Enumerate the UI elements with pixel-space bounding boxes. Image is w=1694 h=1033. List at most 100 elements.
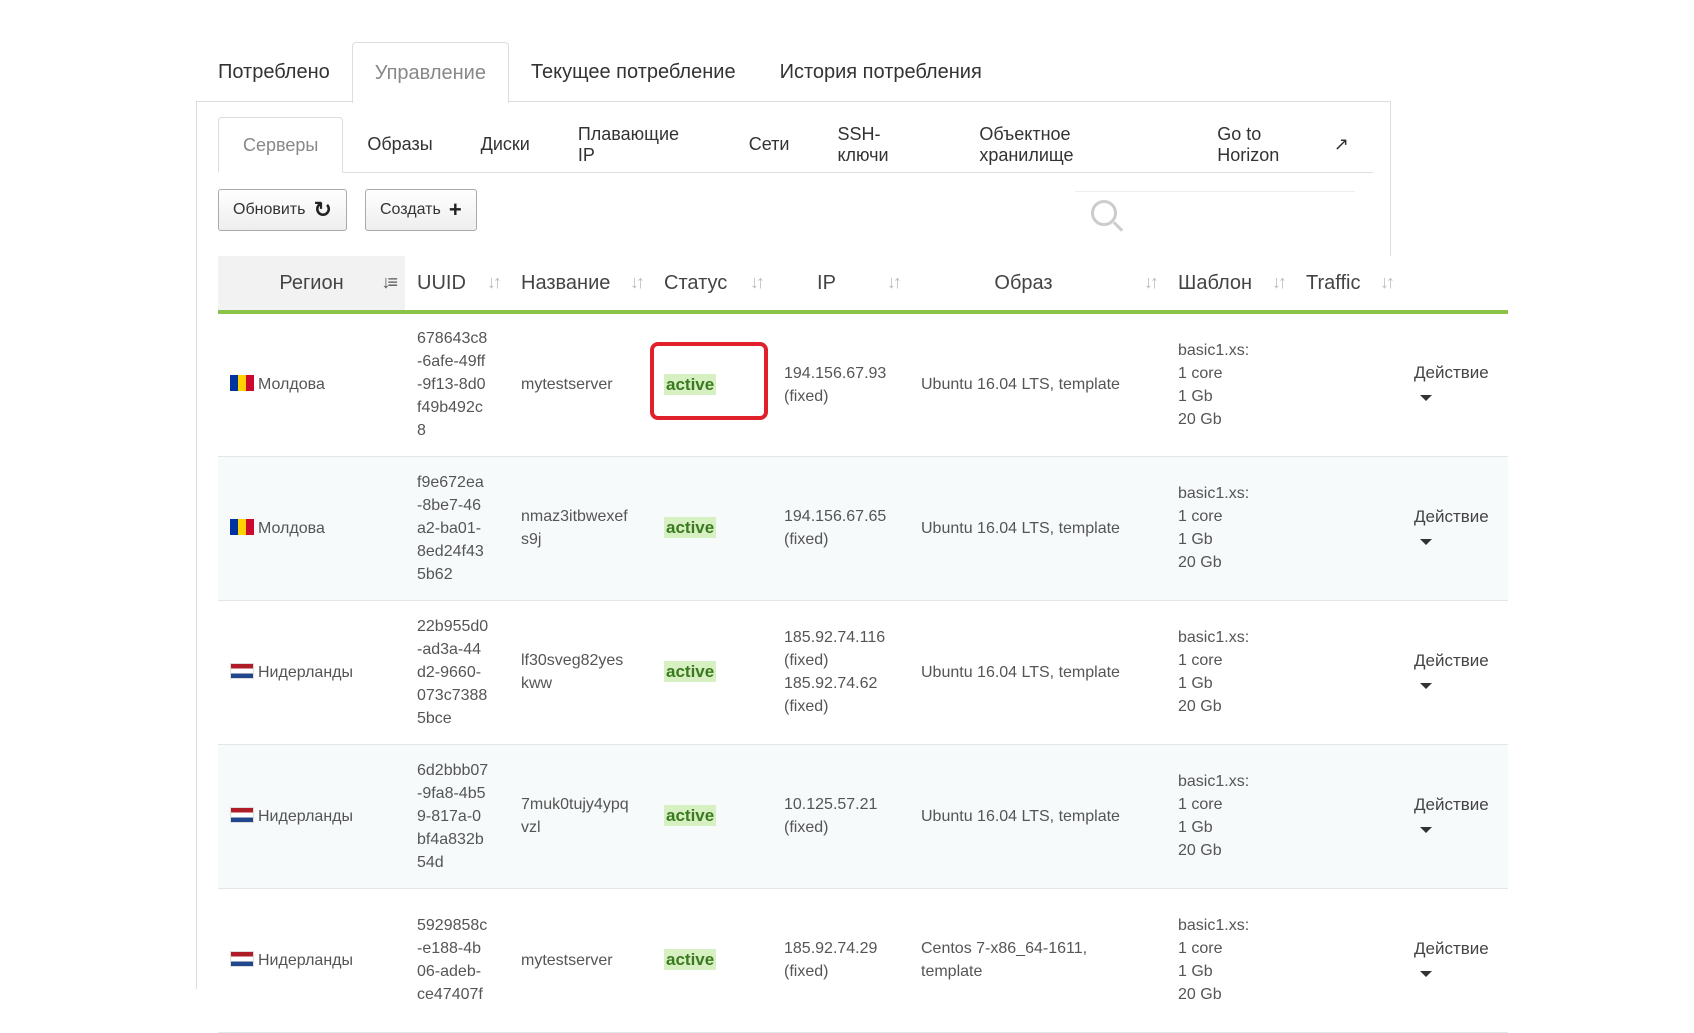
action-dropdown-label[interactable]: Действие	[1414, 939, 1489, 958]
table-row[interactable]: Нидерланды 6d2bbb07 -9fa8-4b5 9-817a-0 bf4a8…	[218, 744, 1508, 889]
uuid-line: 9-817a-0	[417, 807, 482, 825]
action-dropdown-label[interactable]: Действие	[1414, 507, 1489, 526]
cell-uuid: f9e672ea -8be7-46 a2-ba01- 8ed24f43 5b62	[405, 456, 509, 601]
go-to-horizon-label: Go to Horizon	[1217, 123, 1280, 165]
column-header-region[interactable]: Регион ↓≡	[218, 256, 405, 314]
cell-template: basic1.xs: 1 core 1 Gb 20 Gb	[1166, 312, 1294, 457]
cell-uuid: 6d2bbb07 -9fa8-4b5 9-817a-0 bf4a832b 54d	[405, 744, 509, 889]
template-line: 20 Gb	[1178, 698, 1222, 715]
tab-floating-ip[interactable]: Плавающие IP	[554, 117, 725, 172]
refresh-button-label: Обновить	[233, 201, 306, 218]
sort-icon: ↓↑	[1272, 272, 1287, 292]
template-line: 1 Gb	[1178, 819, 1213, 836]
sort-icon: ↓↑	[1380, 272, 1395, 292]
template-line: 20 Gb	[1178, 410, 1222, 428]
column-header-template[interactable]: Шаблон ↓↑	[1166, 256, 1294, 314]
column-header-label: Образ	[994, 271, 1053, 294]
cell-ip: 194.156.67.65 (fixed)	[772, 456, 909, 601]
cell-name: nmaz3itbwexef s9j	[509, 456, 652, 601]
column-header-name[interactable]: Название ↓↑	[509, 256, 652, 314]
tab-servers[interactable]: Серверы	[218, 117, 344, 173]
server-name-line: kww	[521, 675, 553, 692]
tab-consumption-history[interactable]: История потребления	[758, 42, 1004, 102]
cell-uuid: 22b955d0 -ad3a-44 d2-9660- 073c7388 5bce	[405, 600, 509, 745]
cell-ip: 185.92.74.29 (fixed)	[772, 888, 909, 1033]
tab-current-consumption[interactable]: Текущее потребление	[509, 42, 758, 102]
cell-status: active	[652, 456, 772, 601]
chevron-down-icon[interactable]	[1420, 538, 1432, 545]
cell-traffic	[1294, 888, 1402, 1033]
tab-images[interactable]: Образы	[343, 117, 456, 172]
cell-name: lf30sveg82yes kww	[509, 600, 652, 745]
table-row[interactable]: Нидерланды 5929858c -e188-4b 06-adeb-ce4740…	[218, 888, 1508, 1033]
column-header-actions	[1402, 256, 1508, 314]
column-header-label: UUID	[417, 271, 466, 294]
tab-object-storage[interactable]: Объектное хранилище	[955, 117, 1193, 172]
action-dropdown-label[interactable]: Действие	[1414, 651, 1489, 670]
cell-region: Молдова	[218, 456, 405, 601]
cell-action[interactable]: Действие	[1402, 456, 1508, 601]
tab-networks[interactable]: Сети	[725, 117, 814, 172]
chevron-down-icon[interactable]	[1420, 682, 1432, 689]
refresh-button[interactable]: Обновить ↻	[218, 189, 347, 231]
cell-template: basic1.xs: 1 core 1 Gb 20 Gb	[1166, 744, 1294, 889]
sort-icon: ↓↑	[887, 272, 902, 292]
column-header-image[interactable]: Образ ↓↑	[909, 256, 1166, 314]
panel-border	[1390, 101, 1391, 256]
uuid-line: -6afe-49ff	[417, 353, 486, 371]
chevron-down-icon[interactable]	[1420, 826, 1432, 833]
sort-icon: ↓↑	[630, 272, 645, 292]
refresh-icon: ↻	[313, 197, 332, 222]
cell-action[interactable]: Действие	[1402, 744, 1508, 889]
table-row[interactable]: Молдова f9e672ea -8be7-46 a2-ba01- 8ed24f43 5…	[218, 456, 1508, 601]
chevron-down-icon[interactable]	[1420, 970, 1432, 977]
image-line: Centos 7-x86_64-1611,	[921, 940, 1088, 957]
column-header-uuid[interactable]: UUID ↓↑	[405, 256, 509, 314]
ip-line: (fixed)	[784, 698, 829, 715]
template-line: 1 core	[1178, 940, 1223, 957]
table-row[interactable]: Нидерланды 22b955d0 -ad3a-44 d2-9660- 073c73…	[218, 600, 1508, 745]
ip-line: 185.92.74.62	[784, 675, 878, 692]
template-line: 1 Gb	[1178, 675, 1213, 692]
search-input[interactable]	[1125, 198, 1349, 232]
table-row[interactable]: Молдова 678643c8 -6afe-49ff -9f13-8d0 f49b49…	[218, 312, 1508, 457]
template-line: 1 core	[1178, 508, 1223, 525]
template-line: 20 Gb	[1178, 554, 1222, 571]
tab-management[interactable]: Управление	[351, 42, 509, 103]
sort-icon: ↓↑	[487, 272, 502, 292]
region-label: Нидерланды	[258, 951, 353, 969]
column-header-label: IP	[817, 271, 836, 294]
cell-action[interactable]: Действие	[1402, 312, 1508, 457]
chevron-down-icon[interactable]	[1420, 395, 1432, 402]
cell-name: 7muk0tujy4ypq vzl	[509, 744, 652, 889]
ip-line: 194.156.67.93	[784, 364, 887, 382]
cell-status: active	[650, 312, 772, 457]
action-dropdown-label[interactable]: Действие	[1414, 795, 1489, 814]
cell-template: basic1.xs: 1 core 1 Gb 20 Gb	[1166, 456, 1294, 601]
template-line: 1 Gb	[1178, 387, 1213, 405]
tab-consumed[interactable]: Потреблено	[196, 42, 352, 102]
uuid-line: bf4a832b	[417, 830, 484, 848]
cell-uuid: 678643c8 -6afe-49ff -9f13-8d0 f49b492c 8	[405, 312, 509, 457]
cell-image: Ubuntu 16.04 LTS, template	[909, 744, 1166, 889]
server-name-line: mytestserver	[521, 951, 613, 969]
template-line: 1 core	[1178, 796, 1223, 813]
column-header-ip[interactable]: IP ↓↑	[772, 256, 909, 314]
column-header-traffic[interactable]: Traffic ↓↑	[1294, 256, 1402, 314]
action-dropdown-label[interactable]: Действие	[1414, 363, 1489, 382]
tab-ssh-keys[interactable]: SSH-ключи	[813, 117, 955, 172]
cell-action[interactable]: Действие	[1402, 888, 1508, 1033]
cell-action[interactable]: Действие	[1402, 600, 1508, 745]
cell-template: basic1.xs: 1 core 1 Gb 20 Gb	[1166, 600, 1294, 745]
search-box	[1075, 191, 1355, 238]
ip-line: (fixed)	[784, 963, 829, 980]
uuid-line: -8be7-46	[417, 496, 482, 514]
create-button[interactable]: Создать +	[365, 189, 477, 231]
uuid-line: ce47407f	[417, 986, 483, 1003]
column-header-status[interactable]: Статус ↓↑	[652, 256, 772, 314]
cell-image: Ubuntu 16.04 LTS, template	[909, 456, 1166, 601]
tab-go-to-horizon[interactable]: Go to Horizon ↗	[1193, 117, 1373, 172]
tab-disks[interactable]: Диски	[457, 117, 554, 172]
cell-region: Нидерланды	[218, 744, 405, 889]
server-name-line: s9j	[521, 531, 542, 548]
